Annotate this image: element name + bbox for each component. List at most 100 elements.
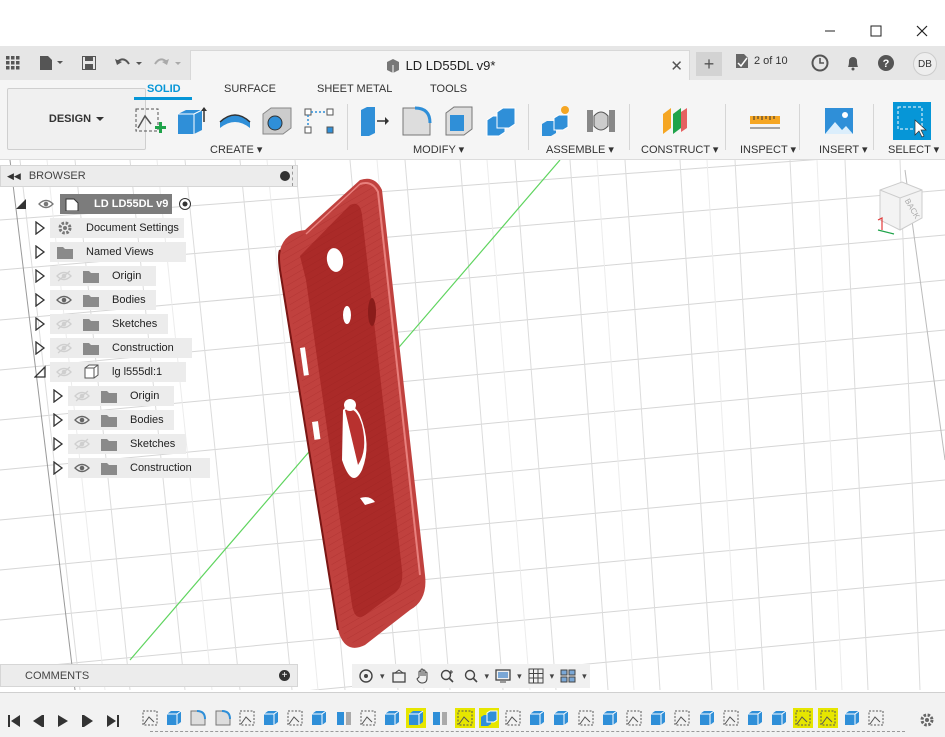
visibility-eye-icon[interactable] xyxy=(74,414,90,426)
new-tab-button[interactable]: + xyxy=(696,52,722,76)
create-menu[interactable]: CREATE ▾ xyxy=(210,143,262,156)
hole-icon[interactable] xyxy=(260,104,294,138)
timeline-sketch-icon[interactable] xyxy=(358,708,378,728)
tree-row[interactable]: Document Settings xyxy=(0,217,300,239)
notification-bell-icon[interactable] xyxy=(842,52,864,74)
file-menu-icon[interactable] xyxy=(36,52,66,74)
tree-row[interactable]: lg l555dl:1 xyxy=(0,361,300,383)
timeline-extrude-icon[interactable] xyxy=(261,708,281,728)
tab-tools[interactable]: TOOLS xyxy=(430,83,467,95)
timeline-split-icon[interactable] xyxy=(430,708,450,728)
tree-row[interactable]: Construction xyxy=(0,457,300,479)
collapse-triangle-icon[interactable] xyxy=(14,197,28,211)
visibility-eye-icon[interactable] xyxy=(56,294,72,306)
chevron-down-icon[interactable]: ▾ xyxy=(582,671,587,682)
collapse-panel-icon[interactable]: ◀◀ xyxy=(7,171,21,182)
tab-surface[interactable]: SURFACE xyxy=(224,83,276,95)
minimize-panel-icon[interactable] xyxy=(280,171,290,181)
combine-icon[interactable] xyxy=(485,104,519,138)
tab-solid[interactable]: SOLID xyxy=(147,83,181,95)
chevron-down-icon[interactable]: ▾ xyxy=(517,671,522,682)
expand-triangle-icon[interactable] xyxy=(34,341,46,355)
go-to-end-icon[interactable] xyxy=(105,713,121,729)
timeline-settings-gear-icon[interactable] xyxy=(918,711,936,729)
modify-menu[interactable]: MODIFY ▾ xyxy=(413,143,464,156)
joint-icon[interactable] xyxy=(584,104,618,138)
active-radio-icon[interactable] xyxy=(178,197,192,211)
timeline-sketch-icon[interactable] xyxy=(793,708,814,728)
timeline-fillet-icon[interactable] xyxy=(188,708,208,728)
pan-hand-icon[interactable] xyxy=(413,666,433,686)
expand-triangle-icon[interactable] xyxy=(34,317,46,331)
viewports-icon[interactable] xyxy=(558,666,578,686)
measure-icon[interactable] xyxy=(748,104,782,138)
timeline-extrude-icon[interactable] xyxy=(697,708,717,728)
select-icon[interactable] xyxy=(893,102,931,140)
step-back-icon[interactable] xyxy=(30,713,46,729)
step-forward-icon[interactable] xyxy=(80,713,96,729)
create-sketch-icon[interactable] xyxy=(133,104,167,138)
timeline-extrude-icon[interactable] xyxy=(551,708,571,728)
timeline-sketch-icon[interactable] xyxy=(237,708,257,728)
timeline-extrude-icon[interactable] xyxy=(769,708,789,728)
zoom-window-icon[interactable] xyxy=(461,666,481,686)
construct-menu[interactable]: CONSTRUCT ▾ xyxy=(641,143,718,156)
timeline-split-icon[interactable] xyxy=(334,708,354,728)
display-settings-icon[interactable] xyxy=(493,666,513,686)
chevron-down-icon[interactable]: ▾ xyxy=(550,671,555,682)
timeline-extrude-icon[interactable] xyxy=(406,708,427,728)
clock-icon[interactable] xyxy=(809,52,831,74)
look-at-icon[interactable] xyxy=(389,666,409,686)
chevron-down-icon[interactable]: ▾ xyxy=(485,671,490,682)
tree-row[interactable]: Origin xyxy=(0,265,300,287)
chevron-down-icon[interactable]: ▾ xyxy=(380,671,385,682)
expand-triangle-icon[interactable] xyxy=(52,413,64,427)
timeline-sketch-icon[interactable] xyxy=(721,708,741,728)
add-comment-icon[interactable]: + xyxy=(279,670,290,681)
document-tab[interactable]: LD LD55DL v9* ✕ xyxy=(190,50,690,80)
expand-triangle-icon[interactable] xyxy=(52,461,64,475)
inspect-menu[interactable]: INSPECT ▾ xyxy=(740,143,796,156)
timeline-sketch-icon[interactable] xyxy=(672,708,692,728)
visibility-eye-icon[interactable] xyxy=(38,198,54,210)
insert-menu[interactable]: INSERT ▾ xyxy=(819,143,868,156)
timeline-sketch-icon[interactable] xyxy=(454,708,475,728)
offset-plane-icon[interactable] xyxy=(659,104,693,138)
play-icon[interactable] xyxy=(55,713,71,729)
expand-triangle-icon[interactable] xyxy=(34,293,46,307)
close-tab-icon[interactable]: ✕ xyxy=(670,57,683,75)
tree-row[interactable]: Sketches xyxy=(0,313,300,335)
visibility-eye-icon[interactable] xyxy=(56,318,72,330)
timeline-extrude-icon[interactable] xyxy=(745,708,765,728)
help-icon[interactable]: ? xyxy=(875,52,897,74)
pattern-icon[interactable] xyxy=(302,104,336,138)
save-icon[interactable] xyxy=(80,52,98,74)
go-to-start-icon[interactable] xyxy=(6,713,22,729)
comments-panel-header[interactable]: COMMENTS + xyxy=(0,664,298,687)
tree-row[interactable]: Sketches xyxy=(0,433,300,455)
tree-row[interactable]: Origin xyxy=(0,385,300,407)
visibility-eye-icon[interactable] xyxy=(74,462,90,474)
timeline-sketch-icon[interactable] xyxy=(140,708,160,728)
expand-triangle-icon[interactable] xyxy=(52,437,64,451)
redo-icon[interactable] xyxy=(152,52,184,74)
expand-triangle-icon[interactable] xyxy=(34,221,46,235)
user-avatar[interactable]: DB xyxy=(913,52,937,76)
press-pull-icon[interactable] xyxy=(357,104,391,138)
browser-panel-header[interactable]: ◀◀ BROWSER xyxy=(0,165,298,187)
timeline-extrude-icon[interactable] xyxy=(648,708,668,728)
visibility-eye-icon[interactable] xyxy=(74,390,90,402)
insert-image-icon[interactable] xyxy=(822,104,856,138)
timeline-extrude-icon[interactable] xyxy=(382,708,402,728)
tab-sheet-metal[interactable]: SHEET METAL xyxy=(317,83,392,95)
timeline-sketch-icon[interactable] xyxy=(576,708,596,728)
timeline-extrude-icon[interactable] xyxy=(164,708,184,728)
tree-row[interactable]: Bodies xyxy=(0,409,300,431)
timeline-sketch-icon[interactable] xyxy=(817,708,838,728)
viewcube[interactable]: BACK xyxy=(872,180,930,236)
fillet-icon[interactable] xyxy=(400,104,434,138)
timeline-combine-icon[interactable] xyxy=(478,708,499,728)
timeline-extrude-icon[interactable] xyxy=(600,708,620,728)
minimize-button[interactable] xyxy=(807,16,853,46)
select-menu[interactable]: SELECT ▾ xyxy=(888,143,939,156)
